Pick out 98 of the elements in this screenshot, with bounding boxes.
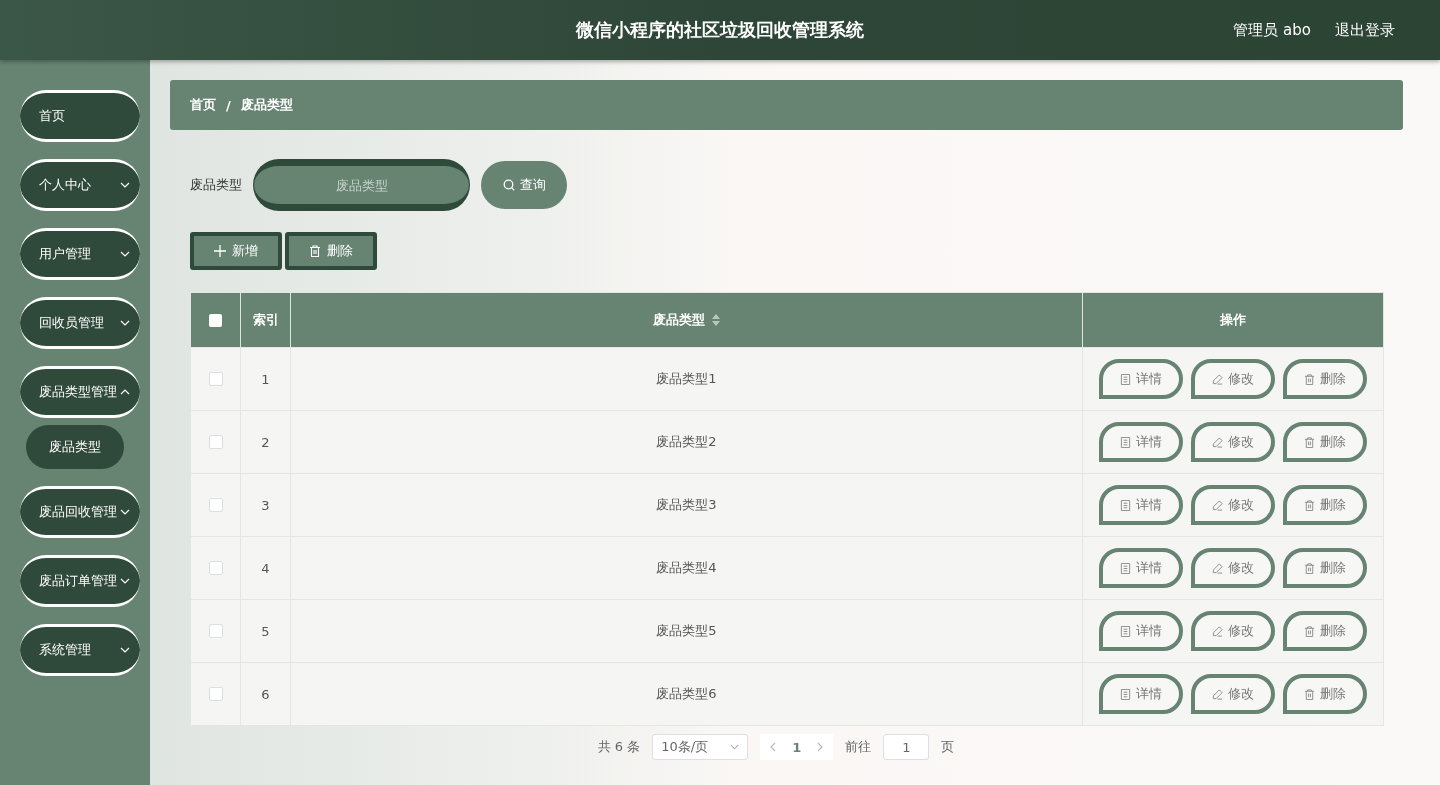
trash-icon bbox=[1304, 562, 1315, 574]
sidebar-item[interactable]: 废品回收管理 bbox=[20, 486, 140, 538]
table-cell: 5 bbox=[241, 600, 291, 662]
edit-button[interactable]: 修改 bbox=[1191, 422, 1275, 462]
table-cell: 废品类型5 bbox=[291, 600, 1083, 662]
trash-icon bbox=[1304, 373, 1315, 385]
document-icon bbox=[1120, 688, 1131, 700]
page-unit: 页 bbox=[941, 738, 955, 756]
edit-button[interactable]: 修改 bbox=[1191, 611, 1275, 651]
sidebar-item[interactable]: 个人中心 bbox=[20, 159, 140, 211]
table-cell: 废品类型6 bbox=[291, 663, 1083, 725]
column-header: 操作 bbox=[1219, 311, 1247, 329]
trash-icon bbox=[1304, 688, 1315, 700]
pencil-icon bbox=[1212, 436, 1223, 448]
table-cell: 4 bbox=[241, 537, 291, 599]
delete-button[interactable]: 删除 bbox=[1283, 359, 1367, 399]
sidebar-item[interactable]: 回收员管理 bbox=[20, 297, 140, 349]
add-button[interactable]: 新增 bbox=[190, 232, 282, 270]
column-header: 索引 bbox=[241, 293, 291, 347]
document-icon bbox=[1120, 436, 1131, 448]
table-cell: 6 bbox=[241, 663, 291, 725]
delete-button[interactable]: 删除 bbox=[1283, 548, 1367, 588]
chevron-icon bbox=[120, 509, 130, 515]
delete-button[interactable]: 删除 bbox=[1283, 611, 1367, 651]
row-checkbox[interactable] bbox=[208, 498, 223, 512]
pencil-icon bbox=[1212, 373, 1223, 385]
sort-icon[interactable] bbox=[710, 314, 721, 326]
detail-button[interactable]: 详情 bbox=[1099, 359, 1183, 399]
document-icon bbox=[1120, 499, 1131, 511]
detail-button[interactable]: 详情 bbox=[1099, 422, 1183, 462]
delete-button[interactable]: 删除 bbox=[285, 232, 377, 270]
row-checkbox[interactable] bbox=[208, 435, 223, 449]
total-count: 共 6 条 bbox=[597, 738, 641, 756]
pencil-icon bbox=[1212, 562, 1223, 574]
search-label: 废品类型 bbox=[190, 176, 242, 194]
goto-label: 前往 bbox=[845, 738, 872, 756]
table-cell: 废品类型2 bbox=[291, 411, 1083, 473]
search-icon bbox=[502, 179, 515, 191]
breadcrumb-separator: / bbox=[226, 97, 231, 113]
table-cell: 废品类型1 bbox=[291, 348, 1083, 410]
logout-link[interactable]: 退出登录 bbox=[1335, 20, 1395, 40]
table-cell: 废品类型3 bbox=[291, 474, 1083, 536]
chevron-icon bbox=[120, 578, 130, 584]
detail-button[interactable]: 详情 bbox=[1099, 611, 1183, 651]
chevron-icon bbox=[120, 251, 130, 257]
page-size-select[interactable]: 10条/页 bbox=[652, 734, 749, 760]
trash-icon bbox=[309, 245, 321, 257]
chevron-icon bbox=[120, 182, 130, 188]
app-title: 微信小程序的社区垃圾回收管理系统 bbox=[576, 18, 864, 42]
select-all-checkbox[interactable] bbox=[209, 313, 222, 327]
row-checkbox[interactable] bbox=[208, 561, 223, 575]
detail-button[interactable]: 详情 bbox=[1099, 548, 1183, 588]
chevron-icon bbox=[120, 647, 130, 653]
search-button[interactable]: 查询 bbox=[481, 161, 567, 209]
plus-icon bbox=[214, 245, 226, 257]
column-header[interactable]: 废品类型 bbox=[652, 311, 705, 329]
sidebar-item[interactable]: 用户管理 bbox=[20, 228, 140, 280]
table-cell: 3 bbox=[241, 474, 291, 536]
sidebar-item[interactable]: 系统管理 bbox=[20, 624, 140, 676]
document-icon bbox=[1120, 562, 1131, 574]
sidebar-item[interactable]: 废品类型管理 bbox=[20, 366, 140, 418]
sidebar-item[interactable]: 首页 bbox=[20, 90, 140, 142]
delete-button[interactable]: 删除 bbox=[1283, 422, 1367, 462]
pencil-icon bbox=[1212, 499, 1223, 511]
table-cell: 2 bbox=[241, 411, 291, 473]
trash-icon bbox=[1304, 436, 1315, 448]
breadcrumb-item[interactable]: 首页 bbox=[190, 96, 216, 114]
edit-button[interactable]: 修改 bbox=[1191, 485, 1275, 525]
delete-button[interactable]: 删除 bbox=[1283, 485, 1367, 525]
chevron-icon bbox=[730, 744, 740, 750]
document-icon bbox=[1120, 625, 1131, 637]
pencil-icon bbox=[1212, 688, 1223, 700]
trash-icon bbox=[1304, 499, 1315, 511]
breadcrumb-item: 废品类型 bbox=[240, 96, 293, 114]
row-checkbox[interactable] bbox=[208, 372, 223, 386]
chevron-icon bbox=[120, 389, 130, 395]
submenu-item[interactable]: 废品类型 bbox=[26, 425, 124, 469]
detail-button[interactable]: 详情 bbox=[1099, 485, 1183, 525]
goto-page-field[interactable]: 1 bbox=[883, 734, 930, 760]
row-checkbox[interactable] bbox=[208, 624, 223, 638]
user-name: 管理员 abo bbox=[1233, 20, 1311, 40]
trash-icon bbox=[1304, 625, 1315, 637]
search-field[interactable]: 废品类型 bbox=[254, 160, 469, 210]
detail-button[interactable]: 详情 bbox=[1099, 674, 1183, 714]
table-cell: 废品类型4 bbox=[291, 537, 1083, 599]
chevron-icon bbox=[120, 320, 130, 326]
edit-button[interactable]: 修改 bbox=[1191, 359, 1275, 399]
next-page-icon[interactable] bbox=[817, 742, 824, 752]
page-number[interactable]: 1 bbox=[792, 739, 802, 755]
table-cell: 1 bbox=[241, 348, 291, 410]
row-checkbox[interactable] bbox=[208, 687, 223, 701]
pencil-icon bbox=[1212, 625, 1223, 637]
document-icon bbox=[1120, 373, 1131, 385]
previous-page-icon[interactable] bbox=[770, 742, 777, 752]
edit-button[interactable]: 修改 bbox=[1191, 674, 1275, 714]
sidebar-item[interactable]: 废品订单管理 bbox=[20, 555, 140, 607]
edit-button[interactable]: 修改 bbox=[1191, 548, 1275, 588]
delete-button[interactable]: 删除 bbox=[1283, 674, 1367, 714]
